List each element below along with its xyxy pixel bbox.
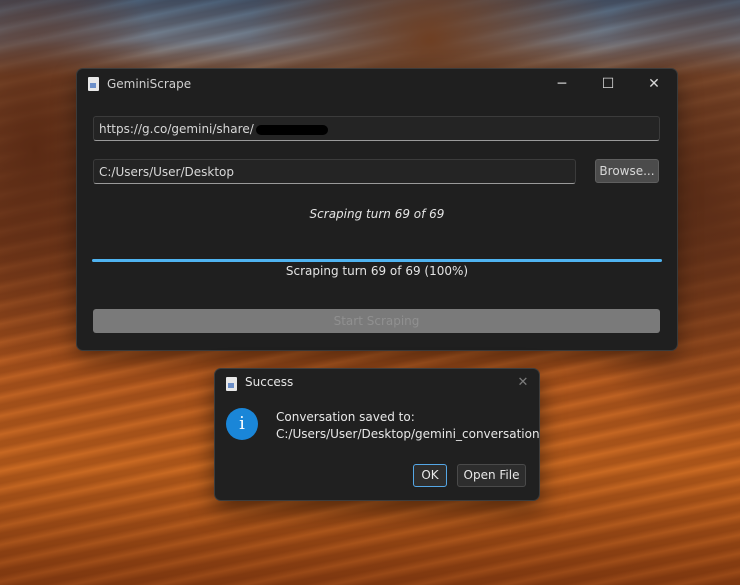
progress-label: Scraping turn 69 of 69 (100%) xyxy=(285,264,469,278)
ok-button[interactable]: OK xyxy=(413,464,447,487)
maximize-icon[interactable]: ☐ xyxy=(585,69,631,99)
output-path-value: C:/Users/User/Desktop xyxy=(99,165,234,179)
close-icon[interactable]: ✕ xyxy=(631,69,677,99)
app-icon xyxy=(88,77,99,91)
info-icon: i xyxy=(226,408,258,440)
dialog-title: Success xyxy=(245,375,294,389)
url-input[interactable]: https://g.co/gemini/share/ xyxy=(93,116,660,141)
main-window: GeminiScrape ─ ☐ ✕ https://g.co/gemini/s… xyxy=(76,68,678,351)
dialog-app-icon xyxy=(226,377,237,391)
dialog-message-line1: Conversation saved to: xyxy=(276,410,415,424)
progress-bar xyxy=(92,259,662,262)
start-scraping-button[interactable]: Start Scraping xyxy=(93,309,660,333)
window-title: GeminiScrape xyxy=(107,77,192,91)
output-path-input[interactable]: C:/Users/User/Desktop xyxy=(93,159,576,184)
open-file-button[interactable]: Open File xyxy=(457,464,526,487)
minimize-icon[interactable]: ─ xyxy=(539,69,585,99)
success-dialog: Success ✕ i Conversation saved to: C:/Us… xyxy=(214,368,540,501)
url-input-value: https://g.co/gemini/share/ xyxy=(99,122,254,136)
dialog-close-icon[interactable]: ✕ xyxy=(513,373,533,393)
title-bar[interactable]: GeminiScrape ─ ☐ ✕ xyxy=(77,69,677,99)
dialog-message-line2: C:/Users/User/Desktop/gemini_conversatio… xyxy=(276,427,540,441)
progress-fill xyxy=(92,259,662,262)
redaction-mark xyxy=(255,124,328,135)
browse-button[interactable]: Browse... xyxy=(595,159,659,183)
status-text: Scraping turn 69 of 69 xyxy=(309,207,445,221)
